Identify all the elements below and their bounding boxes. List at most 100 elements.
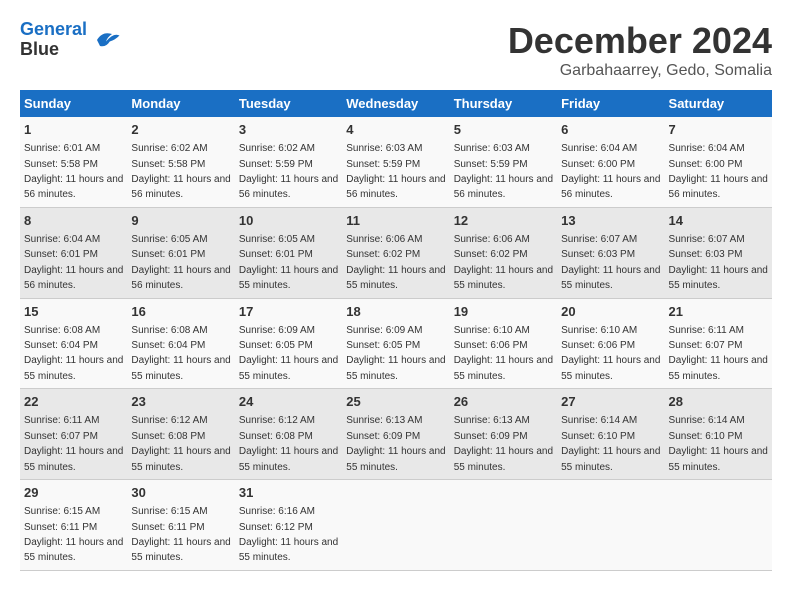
- daylight-info: Daylight: 11 hours and 55 minutes.: [454, 355, 553, 381]
- sunset-info: Sunset: 6:05 PM: [346, 340, 420, 351]
- calendar-week-row: 15 Sunrise: 6:08 AM Sunset: 6:04 PM Dayl…: [20, 298, 772, 389]
- sunset-info: Sunset: 6:09 PM: [346, 431, 420, 442]
- daylight-info: Daylight: 11 hours and 55 minutes.: [346, 355, 445, 381]
- day-number: 6: [561, 121, 660, 139]
- calendar-cell: 7 Sunrise: 6:04 AM Sunset: 6:00 PM Dayli…: [665, 117, 772, 207]
- daylight-info: Daylight: 11 hours and 55 minutes.: [24, 537, 123, 563]
- sunrise-info: Sunrise: 6:07 AM: [669, 234, 745, 245]
- sunset-info: Sunset: 6:10 PM: [561, 431, 635, 442]
- sunrise-info: Sunrise: 6:15 AM: [24, 506, 100, 517]
- sunrise-info: Sunrise: 6:14 AM: [561, 415, 637, 426]
- month-title: December 2024: [508, 20, 772, 62]
- day-number: 8: [24, 212, 123, 230]
- day-number: 16: [131, 303, 230, 321]
- calendar-cell: 18 Sunrise: 6:09 AM Sunset: 6:05 PM Dayl…: [342, 298, 449, 389]
- daylight-info: Daylight: 11 hours and 55 minutes.: [239, 265, 338, 291]
- location-subtitle: Garbahaarrey, Gedo, Somalia: [508, 62, 772, 80]
- day-number: 2: [131, 121, 230, 139]
- day-number: 29: [24, 484, 123, 502]
- sunrise-info: Sunrise: 6:06 AM: [346, 234, 422, 245]
- day-number: 15: [24, 303, 123, 321]
- sunrise-info: Sunrise: 6:04 AM: [24, 234, 100, 245]
- sunset-info: Sunset: 5:59 PM: [346, 159, 420, 170]
- sunrise-info: Sunrise: 6:09 AM: [346, 325, 422, 336]
- sunrise-info: Sunrise: 6:04 AM: [669, 143, 745, 154]
- calendar-week-row: 1 Sunrise: 6:01 AM Sunset: 5:58 PM Dayli…: [20, 117, 772, 207]
- sunset-info: Sunset: 6:02 PM: [454, 249, 528, 260]
- daylight-info: Daylight: 11 hours and 55 minutes.: [561, 265, 660, 291]
- calendar-week-row: 22 Sunrise: 6:11 AM Sunset: 6:07 PM Dayl…: [20, 389, 772, 480]
- calendar-cell: 29 Sunrise: 6:15 AM Sunset: 6:11 PM Dayl…: [20, 480, 127, 571]
- day-number: 13: [561, 212, 660, 230]
- sunset-info: Sunset: 6:06 PM: [561, 340, 635, 351]
- day-number: 1: [24, 121, 123, 139]
- column-header-monday: Monday: [127, 90, 234, 117]
- day-number: 21: [669, 303, 768, 321]
- calendar-cell: 15 Sunrise: 6:08 AM Sunset: 6:04 PM Dayl…: [20, 298, 127, 389]
- daylight-info: Daylight: 11 hours and 55 minutes.: [131, 537, 230, 563]
- sunset-info: Sunset: 6:00 PM: [561, 159, 635, 170]
- sunset-info: Sunset: 6:02 PM: [346, 249, 420, 260]
- day-number: 12: [454, 212, 553, 230]
- day-number: 7: [669, 121, 768, 139]
- day-number: 19: [454, 303, 553, 321]
- daylight-info: Daylight: 11 hours and 56 minutes.: [24, 174, 123, 200]
- sunrise-info: Sunrise: 6:11 AM: [669, 325, 744, 336]
- day-number: 9: [131, 212, 230, 230]
- day-number: 18: [346, 303, 445, 321]
- column-header-thursday: Thursday: [450, 90, 557, 117]
- sunrise-info: Sunrise: 6:15 AM: [131, 506, 207, 517]
- sunrise-info: Sunrise: 6:03 AM: [454, 143, 530, 154]
- day-number: 26: [454, 393, 553, 411]
- calendar-header-row: SundayMondayTuesdayWednesdayThursdayFrid…: [20, 90, 772, 117]
- daylight-info: Daylight: 11 hours and 56 minutes.: [561, 174, 660, 200]
- sunset-info: Sunset: 6:04 PM: [24, 340, 98, 351]
- day-number: 10: [239, 212, 338, 230]
- daylight-info: Daylight: 11 hours and 55 minutes.: [669, 265, 768, 291]
- day-number: 22: [24, 393, 123, 411]
- sunset-info: Sunset: 6:06 PM: [454, 340, 528, 351]
- day-number: 30: [131, 484, 230, 502]
- sunset-info: Sunset: 6:08 PM: [239, 431, 313, 442]
- daylight-info: Daylight: 11 hours and 56 minutes.: [24, 265, 123, 291]
- daylight-info: Daylight: 11 hours and 55 minutes.: [131, 355, 230, 381]
- calendar-cell: 23 Sunrise: 6:12 AM Sunset: 6:08 PM Dayl…: [127, 389, 234, 480]
- sunrise-info: Sunrise: 6:04 AM: [561, 143, 637, 154]
- daylight-info: Daylight: 11 hours and 56 minutes.: [346, 174, 445, 200]
- calendar-cell: 31 Sunrise: 6:16 AM Sunset: 6:12 PM Dayl…: [235, 480, 342, 571]
- day-number: 11: [346, 212, 445, 230]
- sunrise-info: Sunrise: 6:02 AM: [239, 143, 315, 154]
- logo: GeneralBlue: [20, 20, 121, 60]
- daylight-info: Daylight: 11 hours and 55 minutes.: [24, 355, 123, 381]
- day-number: 27: [561, 393, 660, 411]
- daylight-info: Daylight: 11 hours and 55 minutes.: [561, 446, 660, 472]
- daylight-info: Daylight: 11 hours and 56 minutes.: [669, 174, 768, 200]
- column-header-tuesday: Tuesday: [235, 90, 342, 117]
- calendar-cell: 24 Sunrise: 6:12 AM Sunset: 6:08 PM Dayl…: [235, 389, 342, 480]
- calendar-table: SundayMondayTuesdayWednesdayThursdayFrid…: [20, 90, 772, 571]
- day-number: 14: [669, 212, 768, 230]
- calendar-cell: 30 Sunrise: 6:15 AM Sunset: 6:11 PM Dayl…: [127, 480, 234, 571]
- sunrise-info: Sunrise: 6:12 AM: [239, 415, 315, 426]
- sunset-info: Sunset: 6:07 PM: [24, 431, 98, 442]
- calendar-cell: 16 Sunrise: 6:08 AM Sunset: 6:04 PM Dayl…: [127, 298, 234, 389]
- daylight-info: Daylight: 11 hours and 55 minutes.: [239, 446, 338, 472]
- daylight-info: Daylight: 11 hours and 55 minutes.: [239, 355, 338, 381]
- sunrise-info: Sunrise: 6:14 AM: [669, 415, 745, 426]
- sunset-info: Sunset: 6:09 PM: [454, 431, 528, 442]
- daylight-info: Daylight: 11 hours and 55 minutes.: [454, 446, 553, 472]
- sunrise-info: Sunrise: 6:16 AM: [239, 506, 315, 517]
- daylight-info: Daylight: 11 hours and 55 minutes.: [346, 446, 445, 472]
- column-header-friday: Friday: [557, 90, 664, 117]
- day-number: 31: [239, 484, 338, 502]
- title-block: December 2024 Garbahaarrey, Gedo, Somali…: [508, 20, 772, 80]
- sunset-info: Sunset: 6:05 PM: [239, 340, 313, 351]
- logo-bird-icon: [91, 25, 121, 55]
- calendar-cell: 28 Sunrise: 6:14 AM Sunset: 6:10 PM Dayl…: [665, 389, 772, 480]
- sunrise-info: Sunrise: 6:01 AM: [24, 143, 100, 154]
- calendar-cell: 12 Sunrise: 6:06 AM Sunset: 6:02 PM Dayl…: [450, 207, 557, 298]
- daylight-info: Daylight: 11 hours and 56 minutes.: [131, 174, 230, 200]
- day-number: 4: [346, 121, 445, 139]
- sunrise-info: Sunrise: 6:05 AM: [239, 234, 315, 245]
- calendar-cell: 10 Sunrise: 6:05 AM Sunset: 6:01 PM Dayl…: [235, 207, 342, 298]
